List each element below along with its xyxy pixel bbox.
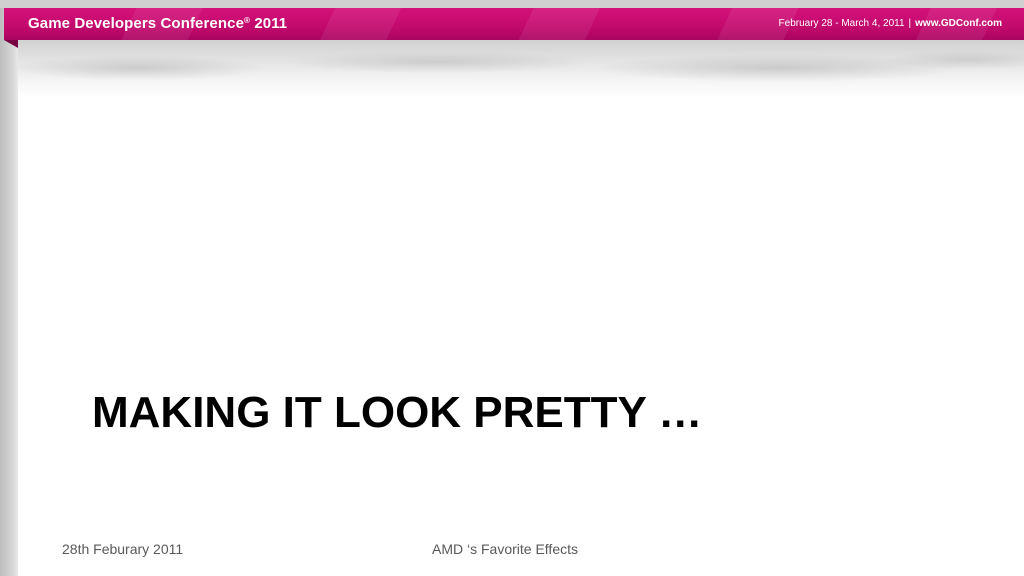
header-separator: | <box>908 18 912 29</box>
header-texture <box>18 38 1024 98</box>
top-edge-strip <box>0 0 1024 8</box>
conference-name: Game Developers Conference <box>28 15 245 32</box>
conference-title: Game Developers Conference® 2011 <box>28 15 287 32</box>
left-edge-strip <box>0 0 18 576</box>
conference-meta: February 28 - March 4, 2011 | www.GDConf.c… <box>779 18 1002 29</box>
conference-header-bar: Game Developers Conference® 2011 Februar… <box>4 8 1024 40</box>
footer-presentation-title: AMD ‘s Favorite Effects <box>432 541 579 557</box>
footer-date: 28th Feburary 2011 <box>62 541 184 557</box>
slide-title: MAKING IT LOOK PRETTY … <box>92 388 703 437</box>
conference-url: www.GDConf.com <box>915 18 1002 29</box>
registered-mark: ® <box>244 16 251 25</box>
header-fold <box>4 40 18 48</box>
conference-dates: February 28 - March 4, 2011 <box>778 18 905 29</box>
conference-year: 2011 <box>254 15 288 32</box>
